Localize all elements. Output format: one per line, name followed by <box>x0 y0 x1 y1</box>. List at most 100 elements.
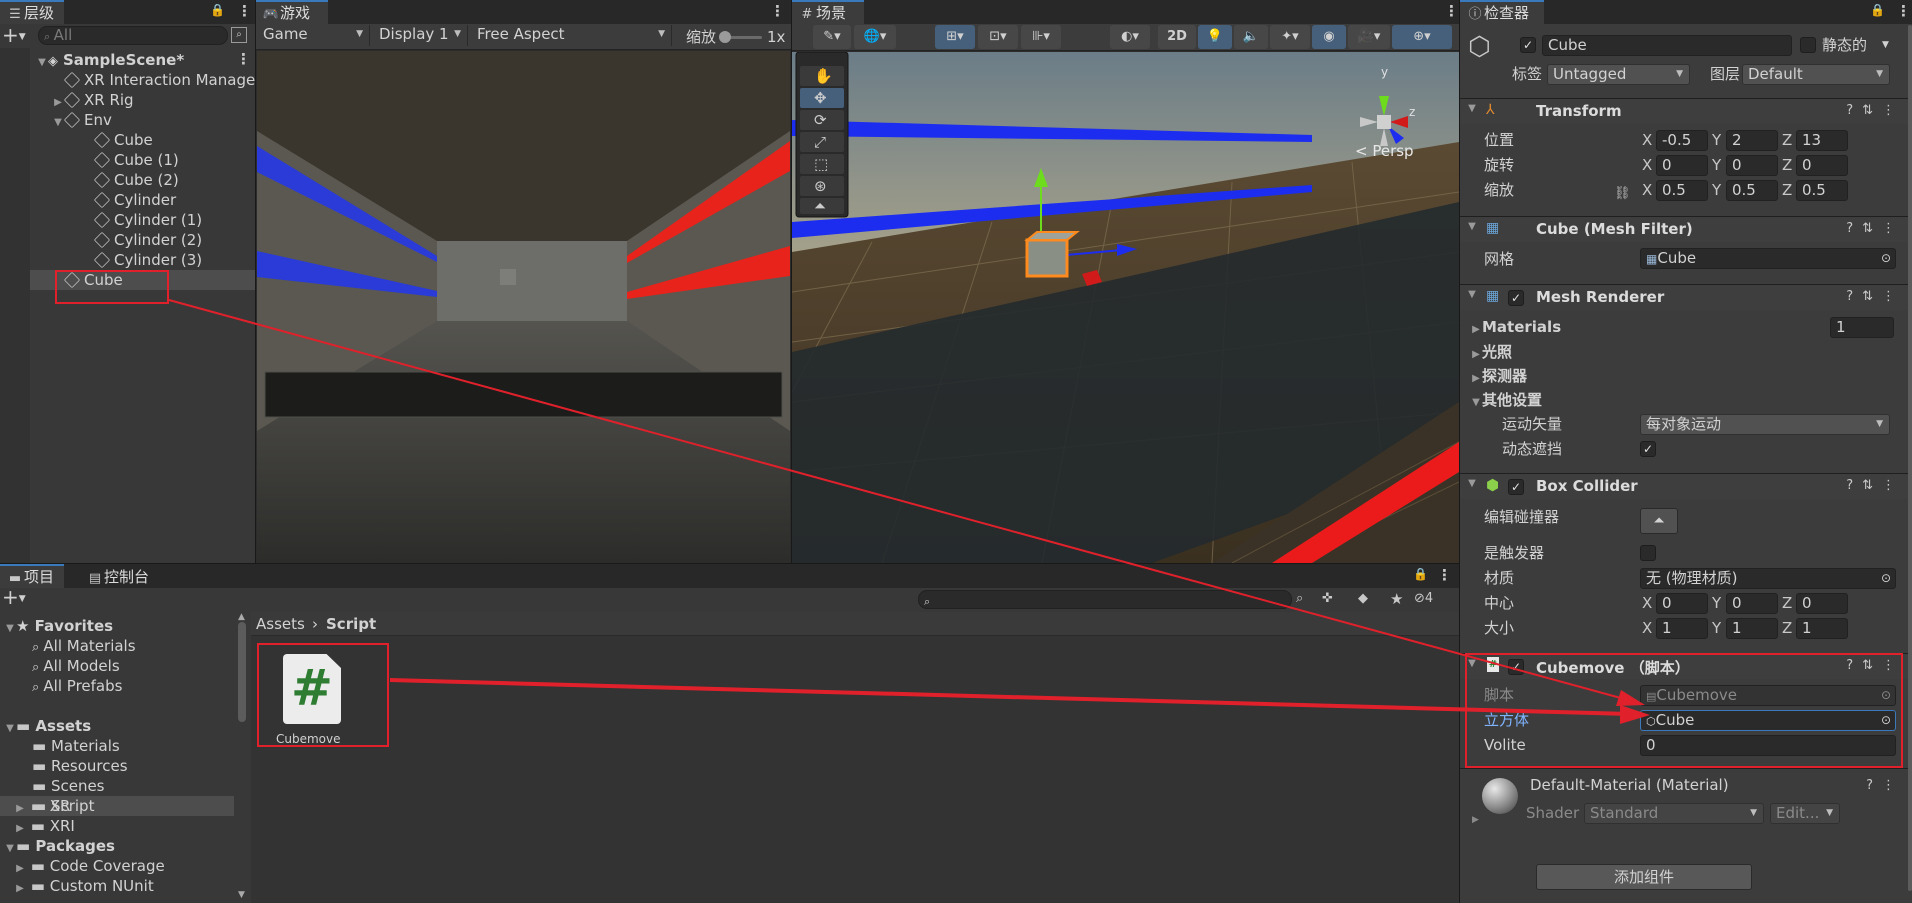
favorite-item[interactable]: ⌕ All Models <box>32 656 120 676</box>
toggle-2d-button[interactable]: 2D <box>1158 25 1196 49</box>
hierarchy-item[interactable]: Cube (1) <box>82 150 179 170</box>
lighting-foldout[interactable]: ▶ 光照 <box>1470 342 1512 362</box>
component-header-icons[interactable]: ?⇅⋮ <box>1846 221 1904 236</box>
hierarchy-item[interactable]: XR Interaction Manager <box>52 70 255 90</box>
more-menu-icon[interactable]: ⋮ <box>770 2 785 20</box>
shader-dropdown[interactable]: Standard <box>1584 803 1764 824</box>
material-header-icons[interactable]: ?⋮ <box>1866 778 1904 793</box>
gizmos-toggle-icon[interactable]: ⊕▾ <box>1392 25 1452 49</box>
axis-x-label[interactable]: X <box>1642 618 1652 639</box>
transform-x-field[interactable]: 0 <box>1656 155 1708 176</box>
static-checkbox[interactable] <box>1800 37 1816 53</box>
component-header-icons[interactable]: ?⇅⋮ <box>1846 103 1904 118</box>
breadcrumb-assets[interactable]: Assets <box>256 614 305 634</box>
favorites-header[interactable]: ▼ ★ Favorites <box>4 616 113 636</box>
lock-icon[interactable]: 🔒 <box>1413 567 1428 583</box>
object-picker-icon[interactable]: ⊙ <box>1881 569 1891 588</box>
game-mode-dropdown[interactable]: Game <box>258 25 370 46</box>
effects-toggle-icon[interactable]: ✦▾ <box>1270 25 1310 49</box>
folder-item[interactable]: ▶ ▬ XR <box>14 796 70 816</box>
axis-z-label[interactable]: Z <box>1782 180 1792 201</box>
hierarchy-item[interactable]: ▶ XR Rig <box>52 90 133 110</box>
draw-mode-button[interactable]: ✎▾ <box>813 25 851 49</box>
transform-y-field[interactable]: 0 <box>1726 155 1778 176</box>
hierarchy-item[interactable]: Cube <box>52 270 123 290</box>
package-item[interactable]: ▶ ▬ Code Coverage <box>14 856 165 876</box>
materials-foldout[interactable]: ▶ Materials <box>1470 317 1561 337</box>
hierarchy-item[interactable]: Cylinder (1) <box>82 210 202 230</box>
more-menu-icon[interactable]: ⋮ <box>1896 2 1911 20</box>
aspect-dropdown[interactable]: Free Aspect <box>472 25 672 46</box>
scale-slider[interactable] <box>719 31 762 43</box>
visibility-toggle-icon[interactable]: ◉ <box>1312 25 1346 49</box>
expand-arrow-icon[interactable]: ▼ <box>4 619 16 639</box>
assets-header[interactable]: ▼ ▬ Assets <box>4 716 91 736</box>
lock-icon[interactable]: 🔒 <box>210 3 225 19</box>
component-header-icons[interactable]: ?⇅⋮ <box>1846 478 1904 493</box>
expand-arrow-icon[interactable]: ▶ <box>1470 320 1482 340</box>
axis-y-label[interactable]: Y <box>1712 593 1721 614</box>
expand-arrow-icon[interactable]: ▶ <box>1470 369 1482 389</box>
transform-y-field[interactable]: 2 <box>1726 130 1778 151</box>
package-item[interactable]: ▶ ▬ Custom NUnit <box>14 876 154 896</box>
motion-vectors-dropdown[interactable]: 每对象运动 <box>1640 414 1890 435</box>
transform-header[interactable]: ▼ ⅄ Transform ?⇅⋮ <box>1460 98 1912 124</box>
transform-y-field[interactable]: 0.5 <box>1726 180 1778 201</box>
tab-console[interactable]: ▤ 控制台 <box>80 564 170 588</box>
hierarchy-item[interactable]: Cube (2) <box>82 170 179 190</box>
search-by-type-icon[interactable]: ⌕ <box>1296 591 1303 606</box>
hierarchy-item[interactable]: Cylinder <box>82 190 176 210</box>
grid-snap-button[interactable]: ⊞▾ <box>935 25 975 49</box>
scroll-down-icon[interactable]: ▼ <box>238 890 245 900</box>
scene-menu-icon[interactable]: ⋮ <box>236 50 251 68</box>
cube-reference-field[interactable]: ⬡Cube ⊙ <box>1640 710 1896 731</box>
favorite-star-icon[interactable]: ★ <box>1390 590 1403 608</box>
axis-x-label[interactable]: X <box>1642 155 1652 176</box>
other-settings-foldout[interactable]: ▼ 其他设置 <box>1470 390 1542 410</box>
project-search-input[interactable]: ⌕ <box>918 590 1292 609</box>
scene-viewport[interactable]: ✋ ✥ ⟳ ⤢ ⬚ ⊛ ⏶ y z < Persp <box>792 52 1459 563</box>
hierarchy-item[interactable]: ▼ Env <box>52 110 112 130</box>
expand-arrow-icon[interactable]: ▶ <box>14 879 26 899</box>
favorite-item[interactable]: ⌕ All Materials <box>32 636 136 656</box>
projection-label[interactable]: < Persp <box>1355 142 1414 160</box>
inspector-scrollbar[interactable] <box>1908 25 1912 891</box>
mesh-renderer-header[interactable]: ▼ ▦ ✓ Mesh Renderer ?⇅⋮ <box>1460 284 1912 310</box>
hierarchy-item[interactable]: Cube <box>82 130 153 150</box>
collider-size-z-field[interactable]: 1 <box>1796 618 1848 639</box>
collider-center-z-field[interactable]: 0 <box>1796 593 1848 614</box>
expand-arrow-icon[interactable]: ▼ <box>4 719 16 739</box>
box-collider-enabled-checkbox[interactable]: ✓ <box>1508 479 1524 495</box>
axis-y-label[interactable]: Y <box>1712 155 1721 176</box>
folder-item[interactable]: ▬ Resources <box>32 756 128 776</box>
layer-dropdown[interactable]: Default <box>1742 64 1890 85</box>
cubemove-asset[interactable]: # Cubemove <box>261 644 341 746</box>
increment-snap-button[interactable]: ⊡▾ <box>978 25 1018 49</box>
display-dropdown[interactable]: Display 1 <box>374 25 468 46</box>
axis-x-label[interactable]: X <box>1642 180 1652 201</box>
object-active-checkbox[interactable]: ✓ <box>1520 37 1536 53</box>
material-foldout-arrow-icon[interactable]: ▶ <box>1472 815 1479 825</box>
ruler-icon[interactable]: ⊪▾ <box>1021 25 1061 49</box>
lighting-toggle-icon[interactable]: 💡 <box>1198 25 1232 49</box>
audio-toggle-icon[interactable]: 🔈 <box>1234 25 1268 49</box>
axis-x-label[interactable]: X <box>1642 593 1652 614</box>
favorite-item[interactable]: ⌕ All Prefabs <box>32 676 122 696</box>
expand-arrow-icon[interactable]: ▼ <box>36 53 48 73</box>
create-icon[interactable]: +▼ <box>2 585 26 609</box>
expand-arrow-icon[interactable]: ▼ <box>1470 393 1482 413</box>
transform-z-field[interactable]: 13 <box>1796 130 1848 151</box>
hidden-packages-icon[interactable]: ⊘4 <box>1414 591 1433 606</box>
globe-icon[interactable]: 🌐▾ <box>854 25 896 49</box>
component-header-icons[interactable]: ?⇅⋮ <box>1846 289 1904 304</box>
probes-foldout[interactable]: ▶ 探测器 <box>1470 366 1527 386</box>
object-picker-icon[interactable]: ⊙ <box>1881 711 1891 730</box>
more-menu-icon[interactable]: ⋮ <box>1444 2 1459 20</box>
axis-y-label[interactable]: Y <box>1712 618 1721 639</box>
hierarchy-item[interactable]: Cylinder (2) <box>82 230 202 250</box>
tag-icon[interactable]: ◆ <box>1358 591 1368 606</box>
filter-by-label-icon[interactable]: ✜ <box>1322 591 1333 606</box>
scale-slider-thumb[interactable] <box>719 31 731 43</box>
component-header-icons[interactable]: ?⇅⋮ <box>1846 658 1904 673</box>
tab-inspector[interactable]: ⓘ 检查器 <box>1460 0 1544 24</box>
